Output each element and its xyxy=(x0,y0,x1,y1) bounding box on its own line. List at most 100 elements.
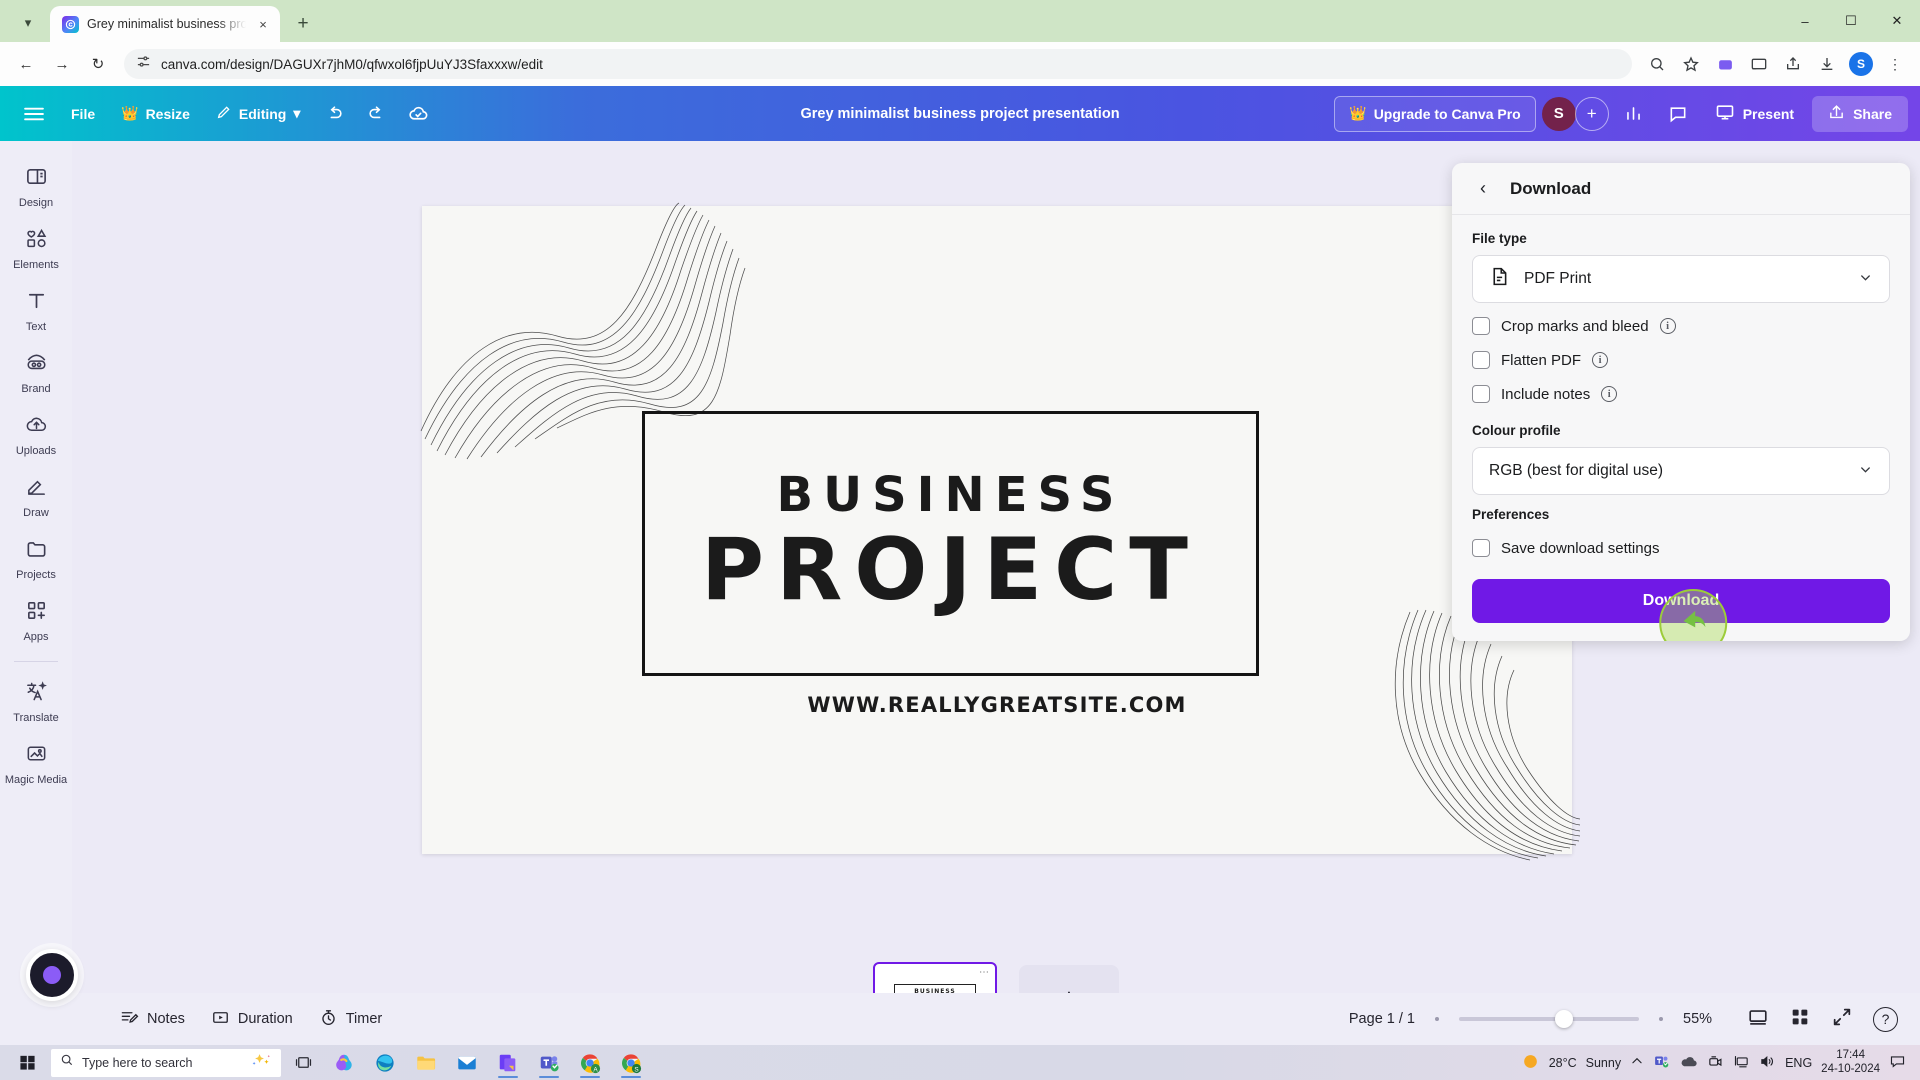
include-notes-checkbox-row[interactable]: Include notes i xyxy=(1472,377,1890,411)
canvas-area[interactable]: .Ɔ. LARANA BUSINESS PROJECT WWW.REALLYGR… xyxy=(72,141,1920,1080)
address-bar[interactable]: canva.com/design/DAGUXr7jhM0/qfwxol6fjpU… xyxy=(124,49,1632,79)
resize-button[interactable]: 👑 Resize xyxy=(110,96,201,132)
sidebar-item-elements[interactable]: Elements xyxy=(4,219,68,277)
display-icon[interactable] xyxy=(1733,1053,1750,1073)
expand-icon[interactable] xyxy=(1831,1006,1853,1033)
forward-icon[interactable]: → xyxy=(46,48,78,80)
zoom-slider[interactable] xyxy=(1459,1010,1639,1028)
teams-icon[interactable] xyxy=(530,1046,568,1079)
timer-button[interactable]: Timer xyxy=(319,1008,382,1031)
sidebar-item-magic-media[interactable]: Magic Media xyxy=(4,734,68,792)
extension-icon[interactable] xyxy=(1710,49,1740,79)
share-icon[interactable] xyxy=(1778,49,1808,79)
menu-icon[interactable] xyxy=(12,94,56,134)
flatten-pdf-checkbox-row[interactable]: Flatten PDF i xyxy=(1472,343,1890,377)
tab-list-dropdown[interactable]: ▾ xyxy=(6,6,50,40)
canva-taskbar-icon[interactable] xyxy=(489,1046,527,1079)
cast-icon[interactable] xyxy=(1744,49,1774,79)
back-icon[interactable]: ← xyxy=(10,48,42,80)
info-icon[interactable]: i xyxy=(1601,386,1618,402)
sidebar-item-apps[interactable]: Apps xyxy=(4,591,68,649)
crop-marks-checkbox-row[interactable]: Crop marks and bleed i xyxy=(1472,309,1890,343)
insights-icon[interactable] xyxy=(1615,95,1653,133)
info-icon[interactable]: i xyxy=(1659,318,1676,334)
save-settings-checkbox[interactable] xyxy=(1472,539,1490,557)
zoom-slider-handle[interactable] xyxy=(1555,1010,1573,1028)
crop-marks-checkbox[interactable] xyxy=(1472,317,1490,335)
weather-description[interactable]: Sunny xyxy=(1586,1056,1621,1070)
search-input[interactable]: Type here to search xyxy=(51,1048,281,1077)
maximize-icon[interactable]: ☐ xyxy=(1828,0,1874,42)
present-button[interactable]: Present xyxy=(1703,96,1806,132)
cloud-saved-icon[interactable] xyxy=(399,95,437,133)
windows-icon[interactable] xyxy=(6,1046,48,1079)
volume-icon[interactable] xyxy=(1759,1053,1776,1073)
teams-tray-icon[interactable] xyxy=(1653,1053,1670,1073)
edge-icon[interactable] xyxy=(366,1046,404,1079)
colour-profile-select[interactable]: RGB (best for digital use) xyxy=(1472,447,1890,495)
share-button[interactable]: Share xyxy=(1812,95,1908,132)
browser-tab[interactable]: Grey minimalist business projec × xyxy=(50,6,280,42)
sidebar-item-text[interactable]: Text xyxy=(4,281,68,339)
onedrive-icon[interactable] xyxy=(1679,1054,1698,1072)
copilot-icon[interactable] xyxy=(325,1046,363,1079)
file-menu-button[interactable]: File xyxy=(60,96,106,132)
thumbnail-menu-icon[interactable]: ⋯ xyxy=(979,967,989,978)
close-icon[interactable]: × xyxy=(254,15,272,33)
sidebar-item-uploads[interactable]: Uploads xyxy=(4,405,68,463)
include-notes-checkbox[interactable] xyxy=(1472,385,1490,403)
sparkle-icon[interactable] xyxy=(250,1052,272,1073)
record-button[interactable] xyxy=(26,949,78,1001)
avatar[interactable]: S xyxy=(1846,49,1876,79)
sidebar-item-draw[interactable]: Draw xyxy=(4,467,68,525)
minimize-icon[interactable]: – xyxy=(1782,0,1828,42)
invite-members-button[interactable]: + xyxy=(1574,96,1609,131)
notification-icon[interactable] xyxy=(1889,1053,1906,1073)
help-icon[interactable]: ? xyxy=(1873,1006,1898,1032)
info-icon[interactable]: i xyxy=(1592,352,1609,368)
upgrade-to-pro-button[interactable]: 👑 Upgrade to Canva Pro xyxy=(1334,95,1536,132)
slide-website[interactable]: WWW.REALLYGREATSITE.COM xyxy=(422,693,1572,717)
download-button[interactable]: Download xyxy=(1472,579,1890,641)
weather-icon[interactable] xyxy=(1521,1052,1540,1074)
fullscreen-page-icon[interactable] xyxy=(1747,1006,1769,1033)
save-settings-checkbox-row[interactable]: Save download settings xyxy=(1472,531,1890,565)
star-icon[interactable] xyxy=(1676,49,1706,79)
reload-icon[interactable]: ↻ xyxy=(82,48,114,80)
language-indicator[interactable]: ENG xyxy=(1785,1056,1812,1070)
task-view-icon[interactable] xyxy=(284,1046,322,1079)
back-icon[interactable]: ‹ xyxy=(1472,178,1494,199)
flatten-pdf-checkbox[interactable] xyxy=(1472,351,1490,369)
file-explorer-icon[interactable] xyxy=(407,1046,445,1079)
camera-icon[interactable] xyxy=(1707,1053,1724,1073)
notes-button[interactable]: Notes xyxy=(120,1008,185,1031)
page-indicator: Page 1 / 1 xyxy=(1348,1011,1415,1027)
editing-mode-button[interactable]: Editing ▾ xyxy=(205,96,311,132)
duration-button[interactable]: Duration xyxy=(211,1008,293,1031)
weather-temp[interactable]: 28°C xyxy=(1549,1056,1577,1070)
tray-expand-icon[interactable] xyxy=(1630,1054,1644,1071)
chrome-profile-s-icon[interactable]: S xyxy=(612,1046,650,1079)
comment-icon[interactable] xyxy=(1659,95,1697,133)
undo-icon[interactable] xyxy=(315,95,353,133)
grid-view-icon[interactable] xyxy=(1789,1006,1811,1033)
close-window-icon[interactable]: ✕ xyxy=(1874,0,1920,42)
chrome-profile-a-icon[interactable]: A xyxy=(571,1046,609,1079)
mail-icon[interactable] xyxy=(448,1046,486,1079)
avatar[interactable]: S xyxy=(1541,96,1576,131)
download-icon[interactable] xyxy=(1812,49,1842,79)
search-icon[interactable] xyxy=(1642,49,1672,79)
browser-menu-icon[interactable]: ⋮ xyxy=(1880,49,1910,79)
file-type-select[interactable]: PDF Print xyxy=(1472,255,1890,303)
sidebar-item-translate[interactable]: Translate xyxy=(4,672,68,730)
slide-title-box[interactable]: BUSINESS PROJECT xyxy=(642,411,1259,676)
slide-canvas[interactable]: .Ɔ. LARANA BUSINESS PROJECT WWW.REALLYGR… xyxy=(420,202,1580,861)
sidebar-item-design[interactable]: Design xyxy=(4,157,68,215)
site-settings-icon[interactable] xyxy=(136,54,151,74)
clock[interactable]: 17:44 24-10-2024 xyxy=(1821,1049,1880,1075)
new-tab-button[interactable]: + xyxy=(288,9,318,39)
redo-icon[interactable] xyxy=(357,95,395,133)
sidebar-item-projects[interactable]: Projects xyxy=(4,529,68,587)
zoom-level[interactable]: 55% xyxy=(1683,1011,1727,1027)
sidebar-item-brand[interactable]: Brand xyxy=(4,343,68,401)
